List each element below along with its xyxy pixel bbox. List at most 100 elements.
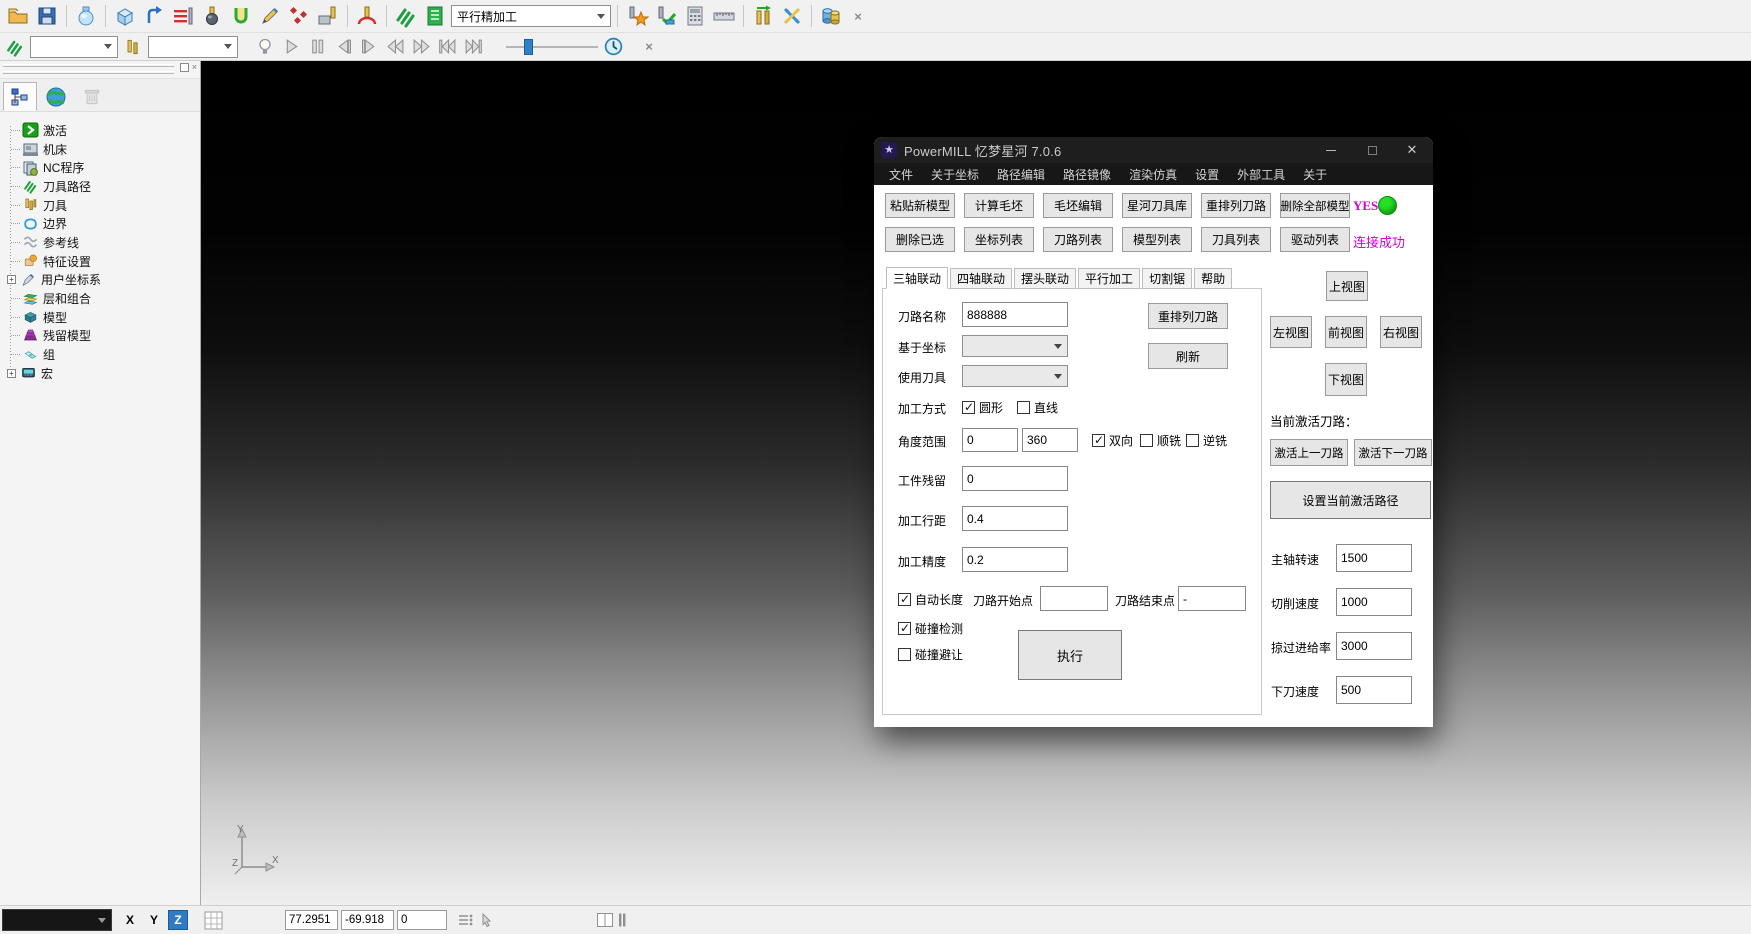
tab-swivel-head[interactable]: 摆头联动 <box>1014 268 1076 289</box>
tree-item-workplanes[interactable]: + 用户坐标系 <box>0 271 200 290</box>
view-front-button[interactable]: 前视图 <box>1325 316 1367 348</box>
strategy-list-icon[interactable] <box>422 3 448 29</box>
lamp-icon[interactable] <box>254 36 276 58</box>
tab-explorer-recycle[interactable] <box>75 82 109 111</box>
coord-y-input[interactable] <box>341 910 394 930</box>
dialog-titlebar[interactable]: ★ PowerMILL 忆梦星河 7.0.6 ✕ <box>874 137 1433 163</box>
stepover-input[interactable] <box>962 506 1068 531</box>
float-panel-icon[interactable] <box>180 63 189 72</box>
view-bottom-button[interactable]: 下视图 <box>1325 363 1367 396</box>
maximize-button[interactable] <box>1352 137 1392 163</box>
tool-list-button[interactable]: 刀具列表 <box>1201 227 1271 252</box>
leads-links-icon[interactable] <box>228 3 254 29</box>
strategy-combobox[interactable]: 平行精加工 <box>451 5 611 27</box>
pane-bar-icon[interactable] <box>617 911 627 932</box>
tree-item-boundaries[interactable]: 边界 <box>0 214 200 233</box>
tree-item-machine-tools[interactable]: 机床 <box>0 140 200 159</box>
menu-about-coords[interactable]: 关于坐标 <box>922 166 988 183</box>
drive-list-button[interactable]: 驱动列表 <box>1280 227 1350 252</box>
line-checkbox[interactable]: 直线 <box>1017 399 1058 416</box>
plunge-feed-input[interactable] <box>1336 676 1412 704</box>
view-mode-dropdown[interactable] <box>2 909 112 931</box>
bidirectional-checkbox[interactable]: 双向 <box>1092 432 1133 449</box>
tab-parallel[interactable]: 平行加工 <box>1078 268 1140 289</box>
delete-all-models-button[interactable]: 删除全部模型 <box>1280 193 1350 218</box>
go-to-end-icon[interactable] <box>462 36 484 58</box>
tree-item-nc-programs[interactable]: NC程序 <box>0 158 200 177</box>
use-tool-dropdown[interactable] <box>962 365 1068 387</box>
execute-button[interactable]: 执行 <box>1018 630 1122 680</box>
view-right-button[interactable]: 右视图 <box>1380 316 1422 348</box>
split-view-icon[interactable] <box>596 911 614 932</box>
close-panel-icon[interactable]: × <box>192 63 197 72</box>
tree-item-stock-models[interactable]: 残留模型 <box>0 327 200 346</box>
tree-item-groups[interactable]: 组 <box>0 345 200 364</box>
tab-3axis[interactable]: 三轴联动 <box>886 267 948 289</box>
based-coord-dropdown[interactable] <box>962 335 1068 357</box>
block-icon[interactable] <box>112 3 138 29</box>
activate-prev-toolpath-button[interactable]: 激活上一刀路 <box>1270 439 1348 466</box>
close-toolbar-icon[interactable]: × <box>638 36 660 58</box>
drag-axis-icon[interactable] <box>479 911 497 932</box>
open-project-icon[interactable] <box>5 3 31 29</box>
model-list-button[interactable]: 模型列表 <box>1122 227 1192 252</box>
toolpath-combobox[interactable] <box>30 36 118 58</box>
rearrange-toolpaths-button[interactable]: 重排列刀路 <box>1201 193 1271 218</box>
tolerance-input[interactable] <box>962 547 1068 572</box>
import-model-icon[interactable] <box>73 3 99 29</box>
set-active-path-button[interactable]: 设置当前激活路径 <box>1270 481 1431 519</box>
menu-file[interactable]: 文件 <box>880 166 922 183</box>
menu-render-sim[interactable]: 渲染仿真 <box>1120 166 1186 183</box>
refresh-button[interactable]: 刷新 <box>1148 343 1228 369</box>
start-point-input[interactable] <box>1040 586 1108 611</box>
circle-checkbox[interactable]: 圆形 <box>962 399 1003 416</box>
stock-remain-input[interactable] <box>962 466 1068 491</box>
end-point-input[interactable] <box>1178 586 1246 611</box>
tree-item-tools[interactable]: 刀具 <box>0 196 200 215</box>
close-button[interactable]: ✕ <box>1392 137 1432 163</box>
go-to-start-icon[interactable] <box>436 36 458 58</box>
conventional-mill-checkbox[interactable]: 逆铣 <box>1186 432 1227 449</box>
tab-cutting-saw[interactable]: 切割锯 <box>1142 268 1192 289</box>
step-forward-icon[interactable] <box>358 36 380 58</box>
save-project-icon[interactable] <box>34 3 60 29</box>
collision-check-checkbox[interactable]: 碰撞检测 <box>898 620 963 637</box>
tree-item-toolpaths[interactable]: 刀具路径 <box>0 177 200 196</box>
axis-y-button[interactable]: Y <box>144 910 164 930</box>
angle-to-input[interactable] <box>1022 428 1078 452</box>
rearrange-button[interactable]: 重排列刀路 <box>1148 303 1228 329</box>
angle-from-input[interactable] <box>962 428 1018 452</box>
menu-about[interactable]: 关于 <box>1294 166 1336 183</box>
simulation-speed-slider[interactable] <box>506 38 598 56</box>
tab-explorer-tree[interactable] <box>3 82 37 111</box>
minimize-button[interactable] <box>1311 137 1351 163</box>
auto-length-checkbox[interactable]: 自动长度 <box>898 591 963 608</box>
batch-tools-icon[interactable] <box>750 3 776 29</box>
tree-item-feature-sets[interactable]: 特征设置 <box>0 252 200 271</box>
grid-icon[interactable] <box>204 911 223 933</box>
axis-z-button[interactable]: Z <box>168 910 188 930</box>
calculator-icon[interactable] <box>682 3 708 29</box>
view-left-button[interactable]: 左视图 <box>1270 316 1312 348</box>
start-point-tool-icon[interactable] <box>199 3 225 29</box>
feeds-icon[interactable] <box>141 3 167 29</box>
step-back-icon[interactable] <box>332 36 354 58</box>
tree-item-activate[interactable]: 激活 <box>0 121 200 140</box>
pause-icon[interactable] <box>306 36 328 58</box>
play-icon[interactable] <box>280 36 302 58</box>
activate-next-toolpath-button[interactable]: 激活下一刀路 <box>1354 439 1432 466</box>
stock-cylinders-icon[interactable] <box>818 3 844 29</box>
coord-z-input[interactable] <box>397 910 447 930</box>
tab-4axis[interactable]: 四轴联动 <box>950 268 1012 289</box>
transform-icon[interactable] <box>779 3 805 29</box>
paste-new-model-button[interactable]: 粘贴新模型 <box>885 193 955 218</box>
tree-item-patterns[interactable]: 参考线 <box>0 233 200 252</box>
coord-list-button[interactable]: 坐标列表 <box>964 227 1034 252</box>
toolpath-icon[interactable] <box>393 3 419 29</box>
tab-help[interactable]: 帮助 <box>1194 268 1232 289</box>
tree-item-levels-sets[interactable]: 层和组合 <box>0 289 200 308</box>
climb-mill-checkbox[interactable]: 顺铣 <box>1140 432 1181 449</box>
points-icon[interactable] <box>286 3 312 29</box>
spindle-speed-input[interactable] <box>1336 544 1412 572</box>
calculate-toolpath-icon[interactable] <box>624 3 650 29</box>
